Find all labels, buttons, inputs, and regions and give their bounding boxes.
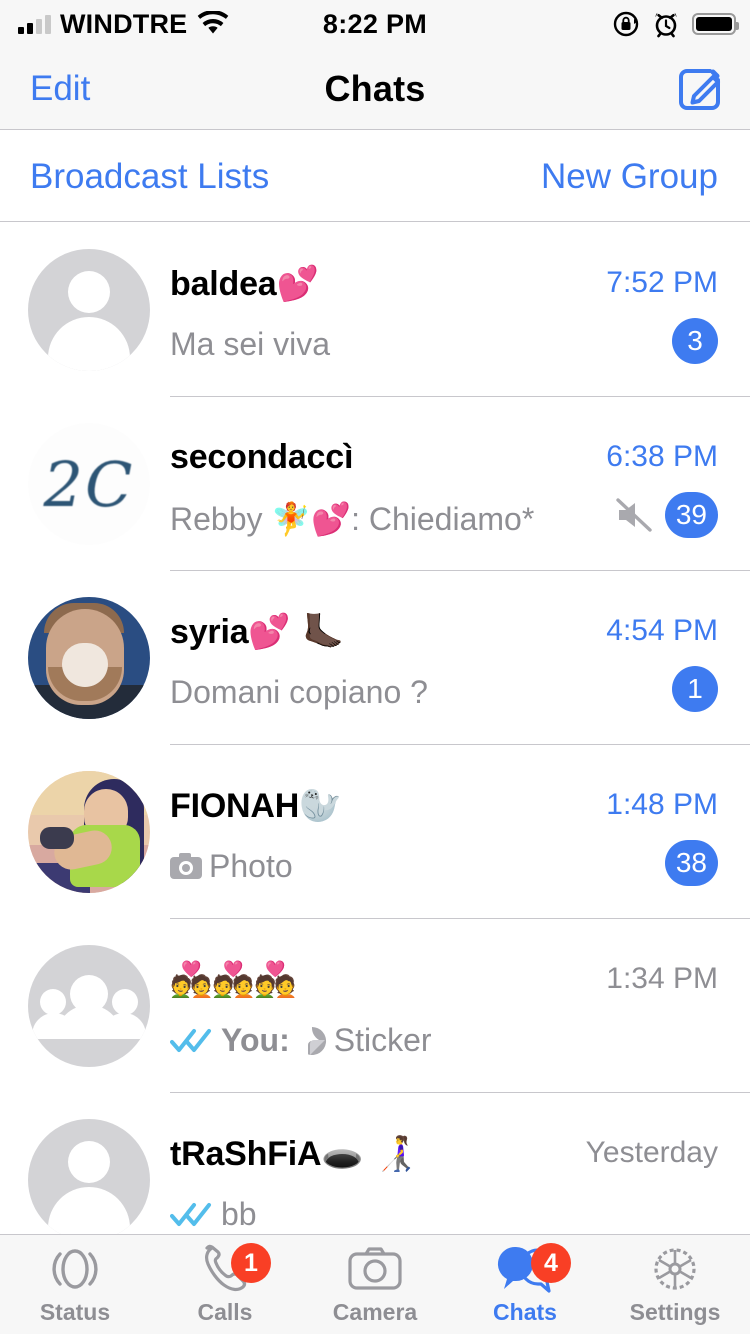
page-title: Chats: [324, 68, 426, 109]
chat-timestamp: 6:38 PM: [606, 440, 718, 473]
mute-icon: [614, 496, 654, 539]
table-row[interactable]: syria💕 🦶🏿 Domani copiano ? 4:54 PM 1: [0, 570, 750, 744]
chat-title: 💑💑💑: [170, 960, 297, 1000]
chat-timestamp: Yesterday: [585, 1136, 718, 1169]
table-row[interactable]: 2C secondaccì Rebby 🧚💕: Chiediamo* 6:38 …: [0, 396, 750, 570]
unread-badge: 39: [664, 492, 718, 538]
chat-title: tRaShFiA🕳️ 👩‍🦯: [170, 1134, 418, 1174]
chat-preview: bb: [170, 1196, 257, 1233]
chat-title: baldea💕: [170, 264, 319, 304]
avatar[interactable]: [28, 945, 150, 1067]
tab-calls[interactable]: Calls 1: [150, 1235, 300, 1334]
unread-badge: 38: [664, 840, 718, 886]
tab-settings[interactable]: Settings: [600, 1235, 750, 1334]
gear-icon: [647, 1243, 703, 1295]
tab-label: Calls: [197, 1299, 253, 1325]
tab-badge: 1: [231, 1243, 271, 1283]
preview-sender-label: You:: [221, 1022, 290, 1058]
chat-title-emoji: 🕳️ 👩‍🦯: [321, 1134, 418, 1174]
alarm-icon: [655, 12, 677, 38]
chat-title: FIONAH🦭: [170, 786, 342, 826]
chat-timestamp: 7:52 PM: [606, 266, 718, 299]
tab-label: Status: [39, 1299, 111, 1325]
tab-label: Chats: [493, 1299, 557, 1325]
avatar[interactable]: [28, 597, 150, 719]
chat-timestamp: 1:34 PM: [606, 962, 718, 995]
camera-icon: [347, 1243, 403, 1295]
tab-label: Settings: [629, 1299, 721, 1325]
chat-preview: You: Sticker: [170, 1022, 432, 1059]
table-row[interactable]: 💑💑💑 You: Sticker 1:34 PM: [0, 918, 750, 1092]
sticker-icon: [307, 1026, 326, 1055]
avatar-text: 2C: [43, 447, 135, 521]
double-check-icon: [170, 1028, 211, 1052]
avatar[interactable]: 2C: [28, 423, 150, 545]
avatar[interactable]: [28, 771, 150, 893]
tab-chats[interactable]: Chats 4: [450, 1235, 600, 1334]
status-rings-icon: [48, 1243, 102, 1295]
table-row[interactable]: tRaShFiA🕳️ 👩‍🦯 bb Yesterday: [0, 1092, 750, 1234]
status-bar-right: [612, 0, 739, 48]
chat-title: secondaccì: [170, 438, 354, 476]
compose-button[interactable]: [674, 48, 726, 130]
new-group-button[interactable]: New Group: [541, 131, 718, 222]
tab-badge: 4: [531, 1243, 571, 1283]
tab-status[interactable]: Status: [0, 1235, 150, 1334]
avatar[interactable]: [28, 1119, 150, 1234]
chat-preview: Ma sei viva: [170, 326, 331, 362]
camera-icon: [170, 852, 202, 879]
compose-icon: [679, 69, 720, 110]
whatsapp-chats-screen: WINDTRE 8:22 PM Edit Chats Broadcast Lis…: [0, 0, 750, 1334]
chat-title: syria💕 🦶🏿: [170, 612, 345, 652]
double-check-icon: [170, 1202, 211, 1226]
unread-badge: 3: [672, 318, 718, 364]
chat-list[interactable]: baldea💕 Ma sei viva 7:52 PM 3 2C seconda…: [0, 222, 750, 1234]
chat-timestamp: 1:48 PM: [606, 788, 718, 821]
tab-label: Camera: [332, 1299, 418, 1325]
navigation-bar: Edit Chats: [0, 48, 750, 130]
battery-full-icon: [692, 13, 739, 35]
chat-title-emoji: 🦭: [299, 786, 342, 826]
chat-title-emoji: 💕: [276, 264, 319, 304]
chat-timestamp: 4:54 PM: [606, 614, 718, 647]
rotation-lock-icon: [613, 11, 639, 37]
broadcast-lists-button[interactable]: Broadcast Lists: [30, 131, 269, 222]
chat-preview: Photo: [170, 848, 293, 885]
tab-camera[interactable]: Camera: [300, 1235, 450, 1334]
list-header-actions: Broadcast Lists New Group: [0, 131, 750, 222]
status-bar: WINDTRE 8:22 PM: [0, 0, 750, 48]
table-row[interactable]: FIONAH🦭 Photo 1:48 PM 38: [0, 744, 750, 918]
chat-title-emoji: 💕 🦶🏿: [248, 612, 345, 652]
tab-bar: Status Calls 1 Camera Chats 4 Settings: [0, 1234, 750, 1334]
table-row[interactable]: baldea💕 Ma sei viva 7:52 PM 3: [0, 222, 750, 396]
unread-badge: 1: [672, 666, 718, 712]
avatar[interactable]: [28, 249, 150, 371]
chat-preview: Domani copiano ?: [170, 674, 428, 710]
chat-preview: Rebby 🧚💕: Chiediamo*: [170, 501, 535, 537]
